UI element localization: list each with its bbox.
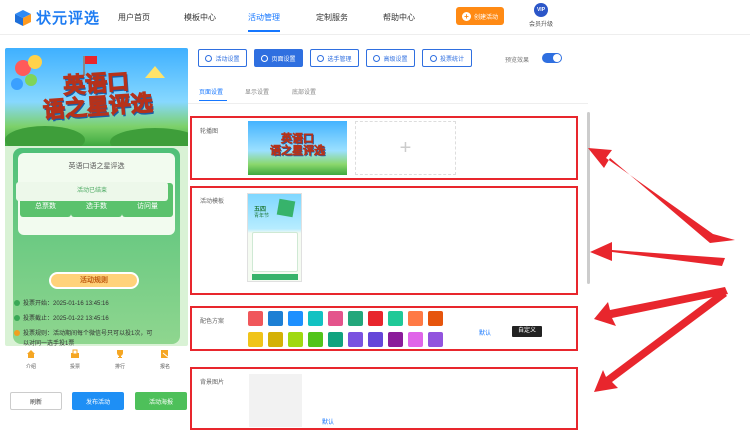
annotation-arrows (588, 148, 735, 392)
arrow-template (590, 242, 725, 266)
arrow-carousel (588, 148, 735, 243)
